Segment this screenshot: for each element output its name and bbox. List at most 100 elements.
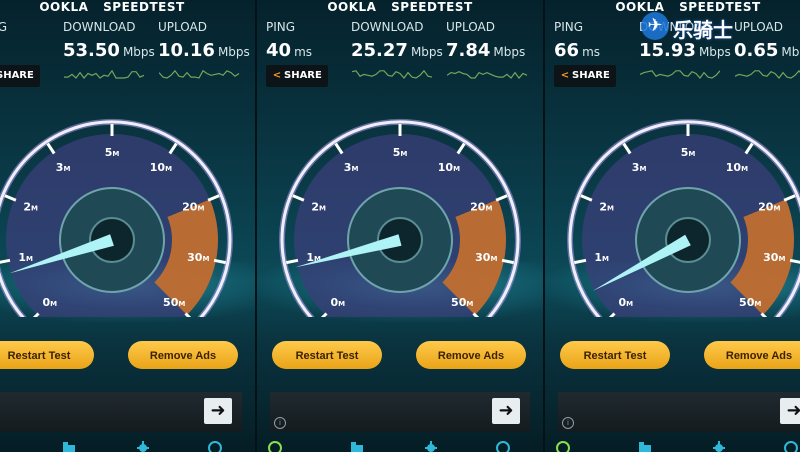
share-icon: < [560, 70, 570, 81]
share-icon: < [272, 70, 282, 81]
gauge-tick [573, 258, 587, 265]
ping-unit: ms [294, 45, 313, 59]
gauge-tick-unit: M [351, 165, 358, 173]
restart-test-button[interactable]: Restart Test [0, 341, 94, 369]
ad-banner[interactable]: ➜ i [0, 392, 242, 432]
upload-value: 10.16 [158, 40, 215, 61]
tab-results-icon[interactable] [638, 439, 652, 452]
share-label: SHARE [572, 70, 610, 81]
gauge-tick-unit: M [485, 204, 492, 212]
gauge-tick [4, 194, 17, 202]
gauge-tick [456, 142, 466, 155]
arrow-right-icon[interactable]: ➜ [780, 398, 800, 424]
tab-results-icon[interactable] [62, 439, 76, 452]
gauge-tick [32, 312, 40, 317]
panel-divider [543, 0, 545, 452]
gauge-tick [334, 142, 344, 155]
restart-test-button[interactable]: Restart Test [560, 341, 670, 369]
ad-banner[interactable]: ➜ i [558, 392, 800, 432]
speed-gauge: 0M1M2M3M5M10M20M30M50M [567, 118, 800, 317]
speedtest-panel-2: OOKLA SPEEDTEST PING 40 ms DOWNLOAD 25.27… [256, 0, 544, 452]
gauge-tick-unit: M [490, 255, 497, 263]
gauge-tick-unit: M [197, 204, 204, 212]
tab-about-icon[interactable] [784, 439, 798, 452]
ping-label: PING [266, 20, 296, 34]
speed-gauge: 0M1M2M3M5M10M20M30M50M [279, 118, 521, 317]
gauge-tick [168, 142, 178, 155]
speed-gauge: 0M1M2M3M5M10M20M30M50M [0, 118, 233, 317]
remove-ads-button[interactable]: Remove Ads [128, 341, 238, 369]
download-unit: Mbps [410, 45, 443, 59]
gauge-tick-unit: M [400, 150, 407, 158]
download-unit: Mbps [698, 45, 731, 59]
bird-icon: ✈ [641, 12, 669, 40]
gauge-tick [580, 194, 593, 202]
share-button[interactable]: <SHARE [554, 65, 616, 87]
gauge-tick [292, 194, 305, 202]
info-icon[interactable]: i [562, 417, 574, 429]
ping-label: PING [0, 20, 8, 34]
upload-value-wrap: 10.16 Mbps [158, 40, 250, 61]
brand-logo: OOKLA [327, 0, 377, 14]
restart-test-button[interactable]: Restart Test [272, 341, 382, 369]
arrow-right-icon[interactable]: ➜ [204, 398, 232, 424]
remove-ads-button[interactable]: Remove Ads [416, 341, 526, 369]
app-title: SPEEDTEST [679, 0, 761, 14]
brand-logo: OOKLA [39, 0, 89, 14]
gauge-tick-unit: M [31, 204, 38, 212]
download-sparkline [640, 70, 720, 79]
tab-results-icon[interactable] [350, 439, 364, 452]
upload-sparkline [447, 71, 528, 79]
gauge-tick-unit: M [626, 300, 633, 308]
tab-about-icon[interactable] [496, 439, 510, 452]
gauge-tick-unit: M [688, 150, 695, 158]
gauge-tick-unit: M [338, 300, 345, 308]
download-label: DOWNLOAD [351, 20, 424, 34]
gauge-tick [501, 258, 515, 265]
gauge-tick [472, 312, 480, 317]
gauge-tick-unit: M [319, 204, 326, 212]
gauge-tick-unit: M [741, 165, 748, 173]
app-title: SPEEDTEST [391, 0, 473, 14]
gauge-tick-unit: M [754, 300, 761, 308]
upload-unit: Mbps [493, 45, 526, 59]
tab-settings-icon[interactable] [424, 439, 438, 452]
upload-sparkline [735, 69, 800, 79]
gauge-tick-unit: M [773, 204, 780, 212]
gauge-tick-unit: M [50, 300, 57, 308]
download-value-wrap: 25.27 Mbps [351, 40, 443, 61]
gauge-tick [760, 312, 768, 317]
tab-settings-icon[interactable] [136, 439, 150, 452]
tab-speedtest-icon[interactable] [556, 439, 570, 452]
download-unit: Mbps [122, 45, 155, 59]
tab-settings-icon[interactable] [712, 439, 726, 452]
ping-value-wrap: 66 ms [554, 40, 600, 61]
share-button[interactable]: <SHARE [266, 65, 328, 87]
upload-label: UPLOAD [734, 20, 783, 34]
share-button[interactable]: <SHARE [0, 65, 40, 87]
gauge-tick-unit: M [778, 255, 785, 263]
ad-banner[interactable]: ➜ i [270, 392, 530, 432]
remove-ads-button[interactable]: Remove Ads [704, 341, 800, 369]
upload-unit: Mbps [217, 45, 250, 59]
arrow-right-icon[interactable]: ➜ [492, 398, 520, 424]
gauge-tick [213, 258, 227, 265]
upload-value-wrap: 7.84 Mbps [446, 40, 525, 61]
info-icon[interactable]: i [274, 417, 286, 429]
download-sparkline [352, 69, 432, 79]
panel-divider [255, 0, 257, 452]
ping-unit: ms [582, 45, 601, 59]
gauge-tick [46, 142, 56, 155]
share-label: SHARE [0, 70, 34, 81]
gauge-tick [495, 194, 508, 202]
download-value: 25.27 [351, 40, 408, 61]
gauge-tick [744, 142, 754, 155]
upload-value-wrap: 0.65Mbps [734, 40, 800, 61]
download-label: DOWNLOAD [63, 20, 136, 34]
gauge-tick [285, 258, 299, 265]
gauge-tick-unit: M [453, 165, 460, 173]
gauge-tick [608, 312, 616, 317]
ping-value: 66 [554, 40, 580, 61]
tab-speedtest-icon[interactable] [268, 439, 282, 452]
tab-about-icon[interactable] [208, 439, 222, 452]
